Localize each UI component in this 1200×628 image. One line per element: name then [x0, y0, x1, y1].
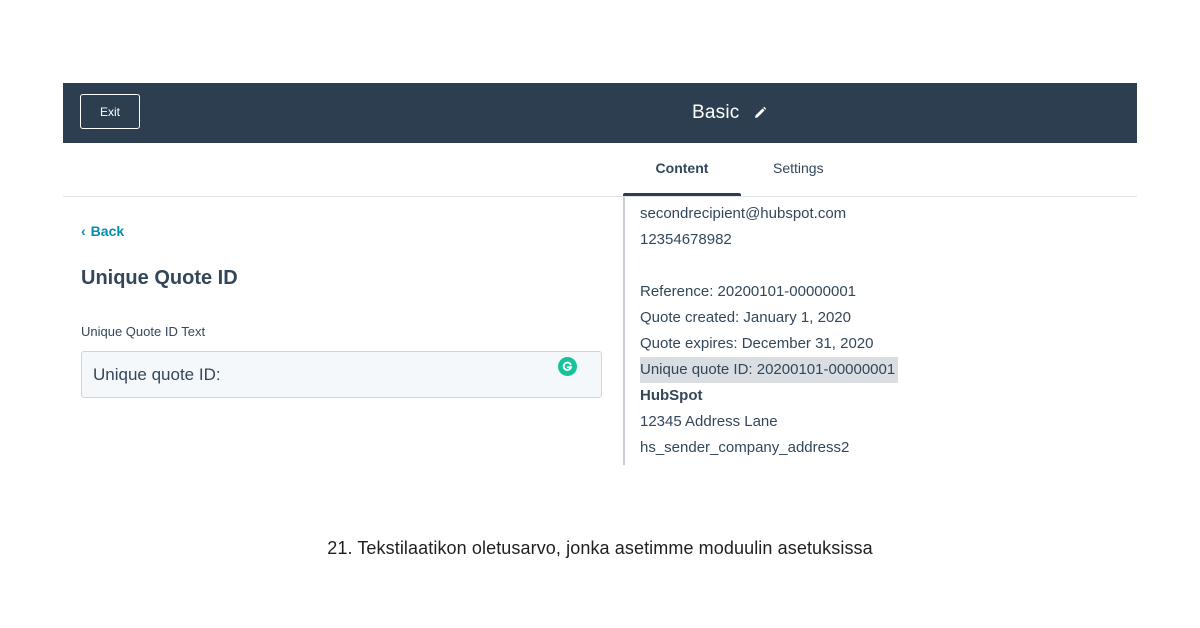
chevron-left-icon: ‹: [81, 223, 86, 239]
section-title: Unique Quote ID: [81, 267, 238, 289]
tab-content[interactable]: Content: [623, 143, 741, 197]
preview-line: 12345 Address Lane: [640, 413, 778, 430]
preview-line: Quote expires: December 31, 2020: [640, 335, 874, 352]
back-link[interactable]: ‹ Back: [81, 223, 124, 239]
exit-button[interactable]: Exit: [80, 94, 140, 129]
grammarly-icon[interactable]: [558, 357, 577, 376]
quote-preview: secondrecipient@hubspot.com 12354678982 …: [640, 201, 1120, 461]
preview-company-name: HubSpot: [640, 387, 703, 404]
preview-line: secondrecipient@hubspot.com: [640, 205, 847, 222]
figure-caption: 21. Tekstilaatikon oletusarvo, jonka ase…: [327, 538, 873, 558]
field-label: Unique Quote ID Text: [81, 324, 206, 339]
preview-divider: [623, 197, 625, 465]
preview-line-highlighted: Unique quote ID: 20200101-00000001: [640, 357, 1120, 383]
preview-line: 12354678982: [640, 231, 732, 248]
tab-divider: [63, 196, 1137, 197]
editor-header: Exit Basic: [63, 83, 1137, 143]
pencil-icon[interactable]: [753, 106, 767, 120]
preview-spacer: [640, 253, 1120, 279]
unique-quote-id-text-input[interactable]: [81, 351, 602, 398]
preview-line: Reference: 20200101-00000001: [640, 283, 857, 300]
tab-settings[interactable]: Settings: [741, 143, 861, 197]
page-title: Basic: [692, 102, 740, 123]
preview-line: Quote created: January 1, 2020: [640, 309, 851, 326]
unique-quote-id-preview[interactable]: Unique quote ID: 20200101-00000001: [640, 357, 899, 383]
tab-bar: Content Settings: [623, 143, 861, 197]
title-area: Basic: [692, 83, 767, 143]
back-label: Back: [90, 223, 125, 239]
preview-line: hs_sender_company_address2: [640, 439, 850, 456]
